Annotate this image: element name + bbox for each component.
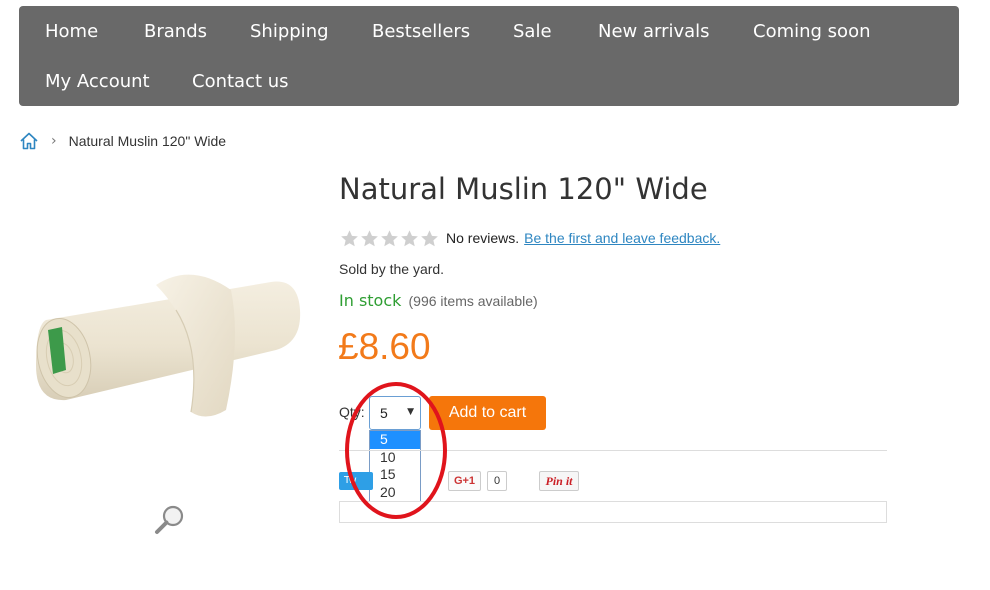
qty-selected-value: 5 xyxy=(380,405,388,421)
google-plus-button[interactable]: G+1 xyxy=(448,471,481,491)
breadcrumb-separator: › xyxy=(51,133,57,149)
stock-count: (996 items available) xyxy=(408,293,538,309)
star-icon[interactable] xyxy=(420,229,439,248)
qty-option-10[interactable]: 10 xyxy=(370,449,420,467)
nav-item-home[interactable]: Home xyxy=(45,21,98,43)
stock-status: In stock (996 items available) xyxy=(339,291,538,310)
nav-item-shipping[interactable]: Shipping xyxy=(250,21,329,43)
nav-item-coming-soon[interactable]: Coming soon xyxy=(753,21,870,43)
nav-item-bestsellers[interactable]: Bestsellers xyxy=(372,21,470,43)
comments-box[interactable] xyxy=(339,501,887,523)
nav-item-sale[interactable]: Sale xyxy=(513,21,552,43)
star-icon[interactable] xyxy=(400,229,419,248)
nav-item-brands[interactable]: Brands xyxy=(144,21,207,43)
qty-option-15[interactable]: 15 xyxy=(370,466,420,484)
dropdown-arrow-icon: ▼ xyxy=(407,407,414,417)
star-icon[interactable] xyxy=(380,229,399,248)
rating-row: No reviews. Be the first and leave feedb… xyxy=(340,228,720,248)
breadcrumb-current: Natural Muslin 120" Wide xyxy=(68,133,227,149)
tweet-label: Tw xyxy=(344,475,357,486)
google-plus-count: 0 xyxy=(487,471,507,491)
nav-item-contact-us[interactable]: Contact us xyxy=(192,71,289,93)
qty-dropdown-list: 5 10 15 20 xyxy=(369,430,421,502)
zoom-icon[interactable] xyxy=(153,503,187,537)
in-stock-label: In stock xyxy=(339,291,402,310)
star-icon[interactable] xyxy=(340,229,359,248)
product-price: £8.60 xyxy=(338,326,431,367)
tweet-button[interactable]: Tw xyxy=(339,472,373,490)
no-reviews-text: No reviews. xyxy=(446,230,520,246)
qty-option-20[interactable]: 20 xyxy=(370,484,420,502)
qty-option-5[interactable]: 5 xyxy=(370,431,420,449)
main-navigation: Home Brands Shipping Bestsellers Sale Ne… xyxy=(19,6,959,106)
nav-item-new-arrivals[interactable]: New arrivals xyxy=(598,21,710,43)
breadcrumb: › Natural Muslin 120" Wide xyxy=(19,130,226,152)
nav-item-my-account[interactable]: My Account xyxy=(45,71,150,93)
pin-it-button[interactable]: Pin it xyxy=(539,471,579,491)
add-to-cart-button[interactable]: Add to cart xyxy=(429,396,546,430)
star-icon[interactable] xyxy=(360,229,379,248)
leave-feedback-link[interactable]: Be the first and leave feedback. xyxy=(524,230,720,246)
product-title: Natural Muslin 120" Wide xyxy=(339,172,708,206)
qty-label: Qty: xyxy=(339,404,365,420)
sold-by-text: Sold by the yard. xyxy=(339,261,445,277)
divider xyxy=(339,450,887,451)
home-icon[interactable] xyxy=(19,131,39,151)
product-image[interactable] xyxy=(26,190,316,460)
qty-select[interactable]: 5 ▼ xyxy=(369,396,421,430)
